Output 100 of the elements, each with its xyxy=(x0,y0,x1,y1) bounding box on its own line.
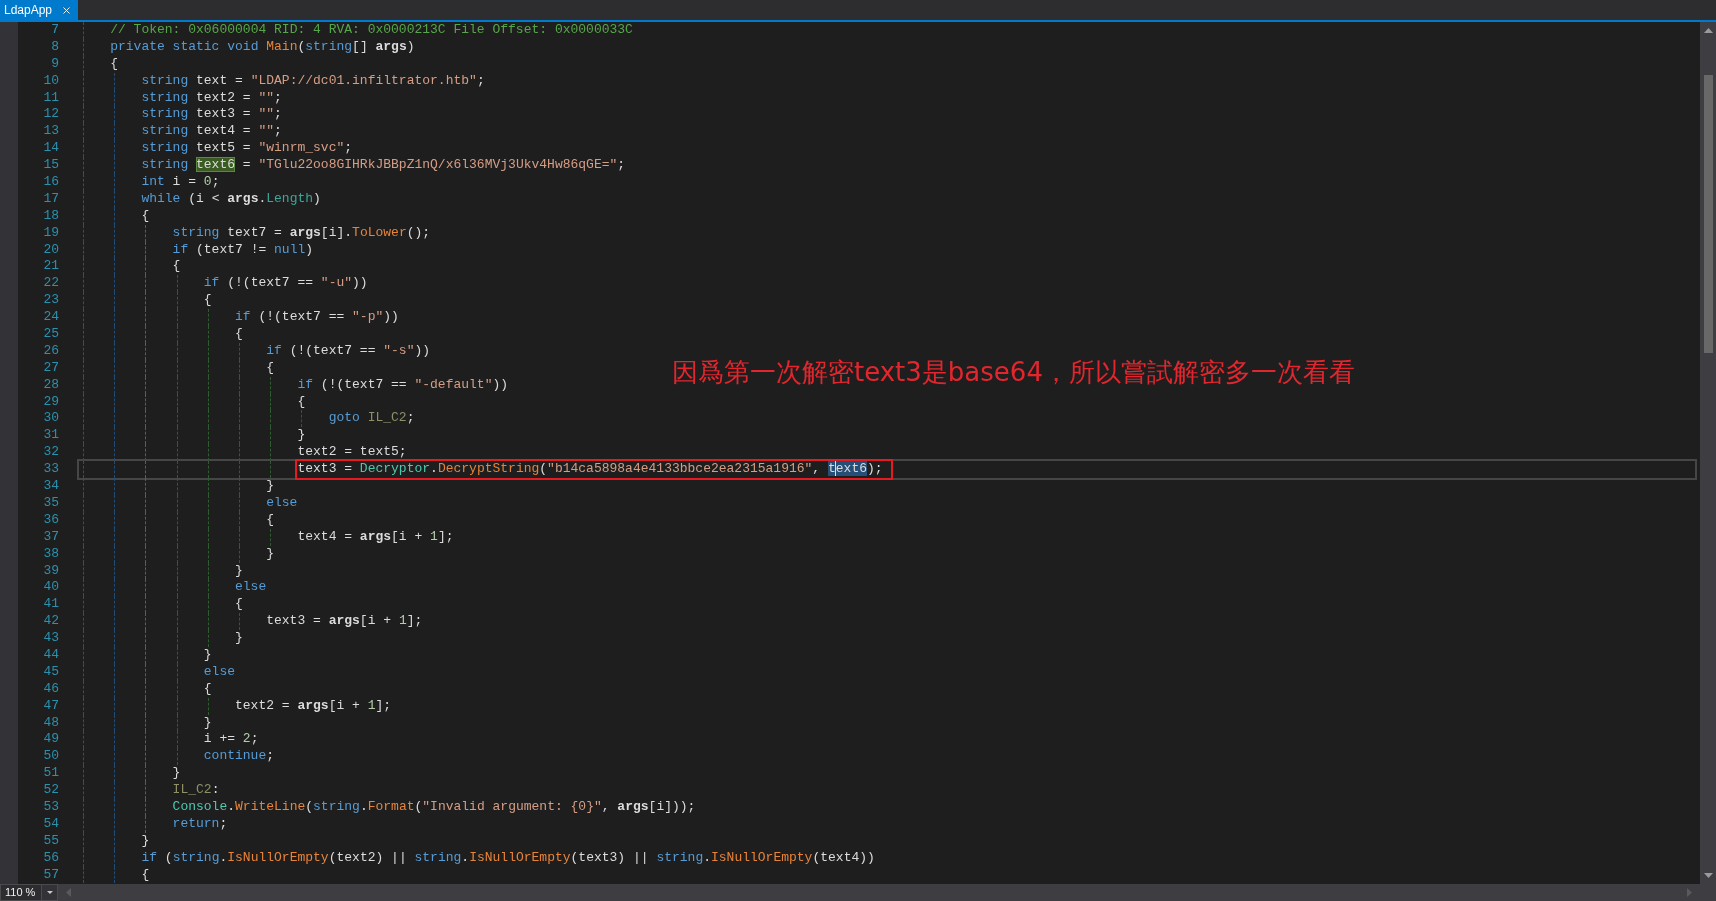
code-line: } xyxy=(266,478,275,495)
line-number: 51 xyxy=(42,765,59,783)
line-number: 35 xyxy=(42,494,59,512)
line-number: 40 xyxy=(42,579,59,597)
code-line: private static void Main(string[] args) xyxy=(110,38,415,56)
code-line: { xyxy=(266,359,275,377)
code-line: text4 = args[i + 1]; xyxy=(297,528,454,546)
line-number: 19 xyxy=(42,224,59,242)
line-number: 22 xyxy=(42,275,59,293)
line-number: 56 xyxy=(42,849,59,867)
code-line: if (string.IsNullOrEmpty(text2) || string.IsNullOrEmpty(text3) || string.IsNullOrEmpty(text4)) xyxy=(141,849,875,867)
code-line: if (!(text7 == "-s")) xyxy=(266,342,431,360)
line-number: 47 xyxy=(42,697,59,715)
line-number: 20 xyxy=(42,241,59,259)
code-line: if (!(text7 == "-u")) xyxy=(203,275,368,293)
line-number: 38 xyxy=(42,545,59,563)
line-number: 48 xyxy=(42,714,59,732)
line-number: 16 xyxy=(42,174,59,191)
line-number: 13 xyxy=(42,123,59,141)
code-line: { xyxy=(203,680,212,698)
code-line: goto IL_C2; xyxy=(328,410,415,428)
line-number: 28 xyxy=(42,376,59,394)
line-number: 31 xyxy=(42,427,59,445)
scroll-left-icon[interactable] xyxy=(66,888,71,897)
line-number: 32 xyxy=(42,444,59,462)
code-line: if (!(text7 == "-p")) xyxy=(235,309,399,327)
line-number: 36 xyxy=(42,511,59,529)
line-number: 54 xyxy=(42,815,59,833)
line-number: 57 xyxy=(42,866,59,884)
scroll-down-icon[interactable] xyxy=(1703,873,1713,878)
line-number: 55 xyxy=(42,832,59,850)
line-number: 10 xyxy=(42,72,59,90)
code-line: } xyxy=(203,646,212,664)
line-number: 39 xyxy=(42,562,59,580)
vertical-scrollbar[interactable] xyxy=(1700,22,1716,884)
code-line: if (text7 != null) xyxy=(172,241,314,259)
code-line: string text = "LDAP://dc01.infiltrator.htb"; xyxy=(141,72,485,90)
line-number: 49 xyxy=(42,731,59,749)
line-number: 30 xyxy=(42,410,59,428)
close-icon[interactable] xyxy=(61,4,73,16)
line-number: 8 xyxy=(50,38,59,56)
code-line: string text7 = args[i].ToLower(); xyxy=(172,224,431,242)
code-line: { xyxy=(110,55,118,73)
code-line: string text4 = ""; xyxy=(141,123,282,141)
line-number: 12 xyxy=(42,106,59,124)
line-number: 11 xyxy=(42,89,59,107)
code-line: { xyxy=(235,326,243,343)
code-line: } xyxy=(235,630,243,647)
code-line: else xyxy=(266,494,298,512)
line-number: 25 xyxy=(42,326,59,343)
line-number: 23 xyxy=(42,292,59,310)
code-line: i += 2; xyxy=(203,731,259,749)
line-number: 24 xyxy=(42,309,59,327)
scroll-right-icon[interactable] xyxy=(1687,888,1692,897)
annotation-note: 因爲第一次解密text3是base64，所以嘗試解密多一次看看 xyxy=(672,357,1355,387)
code-line: string text5 = "winrm_svc"; xyxy=(141,140,353,158)
code-line: { xyxy=(172,258,181,276)
scrollbar-thumb[interactable] xyxy=(1703,75,1713,353)
line-number: 33 xyxy=(42,461,59,479)
code-line: { xyxy=(235,596,243,614)
line-number: 46 xyxy=(42,680,59,698)
line-number: 27 xyxy=(42,359,59,377)
editor-tab[interactable]: LdapApp xyxy=(0,0,79,20)
line-number: 53 xyxy=(42,798,59,816)
line-number: 50 xyxy=(42,748,59,766)
line-number: 44 xyxy=(42,646,59,664)
code-line: else xyxy=(235,579,267,597)
code-line: } xyxy=(235,562,243,580)
code-line: Console.WriteLine(string.Format("Invalid argument: {0}", args[i])); xyxy=(172,798,696,816)
line-number: 43 xyxy=(42,630,59,647)
caret-icon xyxy=(46,891,53,894)
code-line: text2 = args[i + 1]; xyxy=(235,697,392,715)
code-line: { xyxy=(203,292,212,310)
code-line: int i = 0; xyxy=(141,174,220,191)
line-number: 26 xyxy=(42,342,59,360)
line-number: 37 xyxy=(42,528,59,546)
code-line: if (!(text7 == "-default")) xyxy=(297,376,509,394)
zoom-dropdown[interactable]: 110 % xyxy=(0,884,58,901)
scroll-up-icon[interactable] xyxy=(1703,28,1713,33)
line-number: 52 xyxy=(42,782,59,799)
code-line: string text3 = ""; xyxy=(141,106,282,124)
code-line: // Token: 0x06000004 RID: 4 RVA: 0x0000213C File Offset: 0x0000033C xyxy=(110,22,633,39)
code-line: } xyxy=(297,427,306,445)
line-number: 7 xyxy=(50,22,59,39)
code-line: IL_C2: xyxy=(172,782,220,799)
code-line: continue; xyxy=(203,748,275,766)
code-line: } xyxy=(266,545,275,563)
line-number: 42 xyxy=(42,613,59,631)
line-number: 41 xyxy=(42,596,59,614)
code-line: } xyxy=(141,832,150,850)
line-number: 9 xyxy=(50,55,59,73)
code-line: string text2 = ""; xyxy=(141,89,282,107)
code-line: { xyxy=(297,393,306,411)
code-line: text3 = args[i + 1]; xyxy=(266,613,423,631)
code-line: else xyxy=(203,663,236,681)
line-number: 17 xyxy=(42,190,59,208)
code-line: return; xyxy=(172,815,228,833)
code-line: while (i < args.Length) xyxy=(141,190,321,208)
line-number: 29 xyxy=(42,393,59,411)
line-number: 34 xyxy=(42,478,59,495)
